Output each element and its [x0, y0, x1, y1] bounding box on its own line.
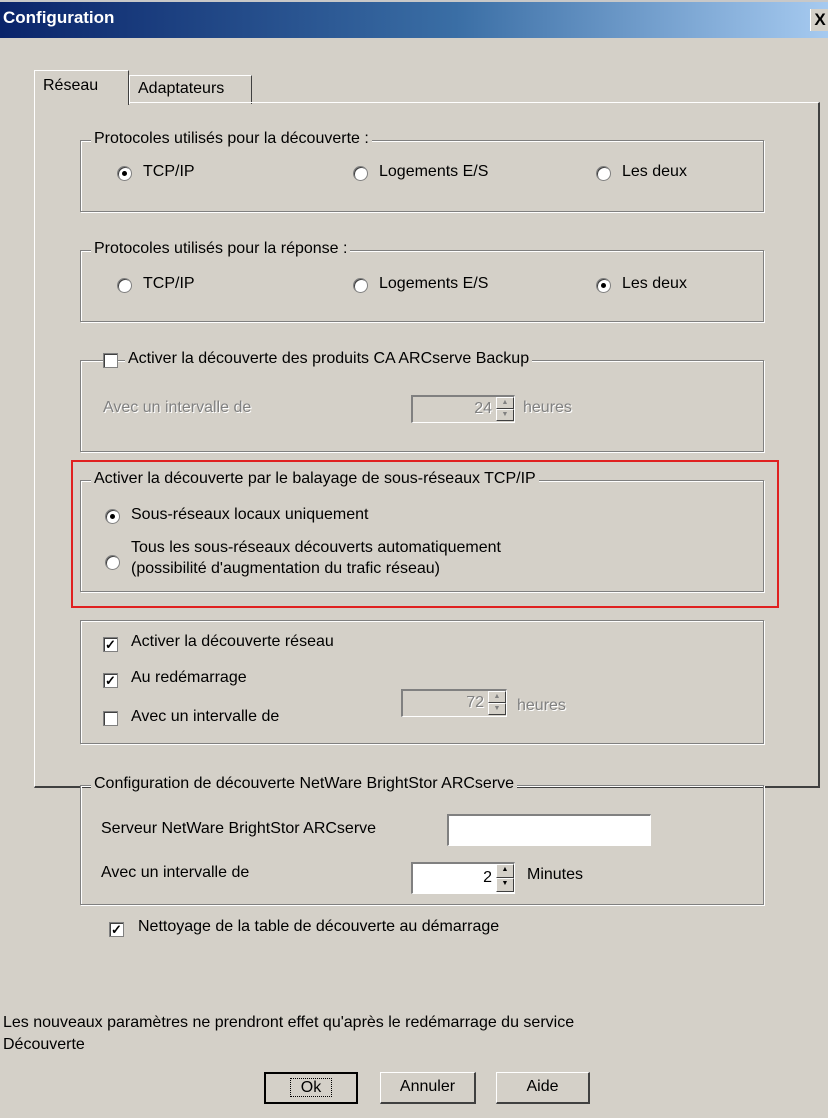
close-icon[interactable]: X	[810, 9, 828, 31]
window-title: Configuration	[3, 8, 115, 27]
restart-notice-line2: Découverte	[3, 1036, 85, 1053]
title-bar: Configuration X	[0, 0, 828, 38]
response-logements-radio[interactable]	[353, 278, 368, 293]
cancel-button[interactable]: Annuler	[380, 1072, 476, 1104]
ca-interval-spinner[interactable]: 24 ▲ ▼	[411, 395, 515, 423]
netware-interval-label: Avec un intervalle de	[101, 864, 250, 881]
help-button[interactable]: Aide	[496, 1072, 590, 1104]
subnet-all-radio[interactable]	[105, 555, 120, 570]
cancel-button-label: Annuler	[399, 1078, 456, 1095]
cleanup-checkbox[interactable]: ✓	[109, 922, 124, 937]
tab-reseau-label: Réseau	[43, 77, 99, 94]
discovery-logements-label: Logements E/S	[379, 163, 489, 180]
enable-discovery-checkbox[interactable]: ✓	[103, 637, 118, 652]
netware-config-legend: Configuration de découverte NetWare Brig…	[91, 775, 518, 793]
netware-server-label: Serveur NetWare BrightStor ARCserve	[101, 820, 377, 837]
help-button-label: Aide	[526, 1078, 559, 1095]
netware-interval-unit: Minutes	[527, 866, 584, 883]
discovery-tcpip-label: TCP/IP	[143, 163, 195, 180]
discovery-protocols-group: Protocoles utilisés pour la découverte :…	[80, 130, 764, 212]
enable-discovery-label: Activer la découverte réseau	[131, 633, 334, 650]
response-lesdeux-radio[interactable]	[596, 278, 611, 293]
ca-interval-value: 24	[474, 400, 492, 417]
spin-up-icon[interactable]: ▲	[496, 397, 514, 409]
network-discovery-group: ✓ Activer la découverte réseau ✓ Au redé…	[80, 620, 764, 744]
network-interval-label: Avec un intervalle de	[131, 708, 280, 725]
netware-server-input[interactable]	[447, 814, 651, 846]
subnet-local-radio[interactable]	[105, 509, 120, 524]
spin-up-icon[interactable]: ▲	[496, 864, 514, 878]
discovery-protocols-legend: Protocoles utilisés pour la découverte :	[91, 130, 372, 148]
discovery-lesdeux-label: Les deux	[622, 163, 687, 180]
subnet-local-label: Sous-réseaux locaux uniquement	[131, 506, 369, 523]
subnet-all-label-line1: Tous les sous-réseaux découverts automat…	[131, 539, 501, 556]
ok-button-label: Ok	[289, 1078, 333, 1097]
network-interval-value: 72	[466, 694, 484, 711]
spin-down-icon[interactable]: ▼	[488, 703, 506, 715]
response-tcpip-label: TCP/IP	[143, 275, 195, 292]
ca-discovery-label: Activer la découverte des produits CA AR…	[125, 350, 533, 368]
tab-reseau[interactable]: Réseau	[34, 70, 129, 105]
tab-adaptateurs-label: Adaptateurs	[138, 80, 225, 97]
tab-adaptateurs[interactable]: Adaptateurs	[129, 75, 252, 104]
response-protocols-legend: Protocoles utilisés pour la réponse :	[91, 240, 351, 258]
restart-label: Au redémarrage	[131, 669, 247, 686]
spin-down-icon[interactable]: ▼	[496, 409, 514, 421]
ok-button[interactable]: Ok	[264, 1072, 358, 1104]
netware-interval-spinner[interactable]: 2 ▲ ▼	[411, 862, 515, 894]
ca-interval-unit: heures	[523, 399, 572, 416]
network-interval-checkbox[interactable]	[103, 711, 118, 726]
subnet-sweep-group: Activer la découverte par le balayage de…	[80, 470, 764, 592]
spin-up-icon[interactable]: ▲	[488, 691, 506, 703]
response-protocols-group: Protocoles utilisés pour la réponse : TC…	[80, 240, 764, 322]
subnet-sweep-legend: Activer la découverte par le balayage de…	[91, 470, 539, 488]
subnet-all-label-line2: (possibilité d'augmentation du trafic ré…	[131, 560, 440, 577]
restart-checkbox[interactable]: ✓	[103, 673, 118, 688]
netware-config-group: Configuration de découverte NetWare Brig…	[80, 775, 764, 905]
response-tcpip-radio[interactable]	[117, 278, 132, 293]
discovery-tcpip-radio[interactable]	[117, 166, 132, 181]
response-logements-label: Logements E/S	[379, 275, 489, 292]
discovery-logements-radio[interactable]	[353, 166, 368, 181]
spin-down-icon[interactable]: ▼	[496, 878, 514, 892]
network-interval-spinner[interactable]: 72 ▲ ▼	[401, 689, 507, 717]
restart-notice-line1: Les nouveaux paramètres ne prendront eff…	[3, 1014, 575, 1031]
netware-interval-value: 2	[483, 869, 492, 886]
network-interval-unit: heures	[517, 697, 566, 714]
ca-discovery-group: Activer la découverte des produits CA AR…	[80, 350, 764, 452]
ca-discovery-checkbox[interactable]	[103, 353, 118, 368]
discovery-lesdeux-radio[interactable]	[596, 166, 611, 181]
ca-interval-label: Avec un intervalle de	[103, 399, 252, 416]
cleanup-label: Nettoyage de la table de découverte au d…	[138, 918, 500, 935]
response-lesdeux-label: Les deux	[622, 275, 687, 292]
